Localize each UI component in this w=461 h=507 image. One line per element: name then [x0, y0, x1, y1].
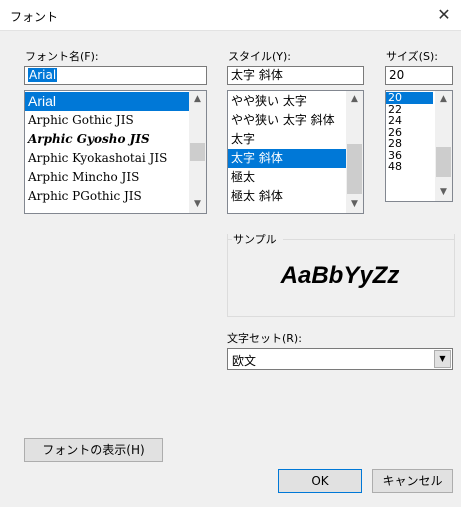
font-name-value: Arial — [28, 68, 58, 82]
size-label: サイズ(S): — [386, 50, 438, 63]
scroll-down-icon[interactable]: ▼ — [189, 196, 206, 213]
style-list[interactable]: やや狭い 太字 やや狭い 太字 斜体 太字 太字 斜体 極太 極太 斜体 ▲ ▼ — [227, 90, 364, 214]
font-name-input[interactable]: Arial — [24, 66, 207, 85]
sample-preview: AaBbYyZz — [280, 262, 400, 289]
charset-select[interactable]: 欧文 ▼ — [227, 348, 453, 370]
charset-value: 欧文 — [232, 354, 257, 368]
font-list-item[interactable]: Arphic Gyosho JIS — [25, 130, 189, 149]
scroll-thumb[interactable] — [347, 144, 362, 194]
scroll-down-icon[interactable]: ▼ — [435, 184, 452, 201]
scroll-up-icon[interactable]: ▲ — [435, 91, 452, 108]
size-list-scrollbar[interactable]: ▲ ▼ — [435, 91, 452, 201]
sample-label: サンプル — [233, 233, 277, 246]
font-name-list[interactable]: Arial Arphic Gothic JIS Arphic Gyosho JIS A… — [24, 90, 207, 214]
size-list-item[interactable]: 20 — [386, 92, 433, 104]
window-title: フォント — [10, 10, 59, 24]
font-list-item[interactable]: Arphic PGothic JIS — [25, 187, 189, 206]
size-list-item[interactable]: 24 — [386, 115, 433, 127]
cancel-button[interactable]: キャンセル — [372, 469, 453, 493]
style-value: 太字 斜体 — [231, 68, 283, 82]
font-list-item[interactable]: Arphic Kyokashotai JIS — [25, 149, 189, 168]
font-list-scrollbar[interactable]: ▲ ▼ — [189, 91, 206, 213]
size-value: 20 — [389, 68, 405, 82]
dropdown-arrow-icon[interactable]: ▼ — [434, 350, 451, 368]
font-name-label: フォント名(F): — [25, 50, 99, 63]
charset-label: 文字セット(R): — [227, 332, 302, 345]
scroll-up-icon[interactable]: ▲ — [346, 91, 363, 108]
scroll-down-icon[interactable]: ▼ — [346, 196, 363, 213]
show-fonts-button[interactable]: フォントの表示(H) — [24, 438, 163, 462]
style-list-item[interactable]: 太字 — [228, 130, 346, 149]
font-list-item[interactable]: Arial — [25, 92, 189, 111]
scroll-thumb[interactable] — [436, 147, 451, 177]
style-list-item[interactable]: やや狭い 太字 — [228, 92, 346, 111]
style-input[interactable]: 太字 斜体 — [227, 66, 364, 85]
scroll-up-icon[interactable]: ▲ — [189, 91, 206, 108]
size-list-item[interactable]: 28 — [386, 138, 433, 150]
style-list-item[interactable]: 極太 — [228, 168, 346, 187]
font-list-item[interactable]: Arphic Gothic JIS — [25, 111, 189, 130]
size-list-item[interactable]: 48 — [386, 161, 433, 173]
ok-button[interactable]: OK — [278, 469, 362, 493]
title-bar: フォント ✕ — [0, 0, 461, 31]
style-list-item[interactable]: やや狭い 太字 斜体 — [228, 111, 346, 130]
font-list-item[interactable]: Arphic Mincho JIS — [25, 168, 189, 187]
size-input[interactable]: 20 — [385, 66, 453, 85]
size-list[interactable]: 20 22 24 26 28 36 48 ▲ ▼ — [385, 90, 453, 202]
style-label: スタイル(Y): — [228, 50, 292, 63]
style-list-scrollbar[interactable]: ▲ ▼ — [346, 91, 363, 213]
scroll-thumb[interactable] — [190, 143, 205, 161]
style-list-item[interactable]: 太字 斜体 — [228, 149, 346, 168]
style-list-item[interactable]: 極太 斜体 — [228, 187, 346, 206]
close-icon[interactable]: ✕ — [427, 0, 461, 30]
